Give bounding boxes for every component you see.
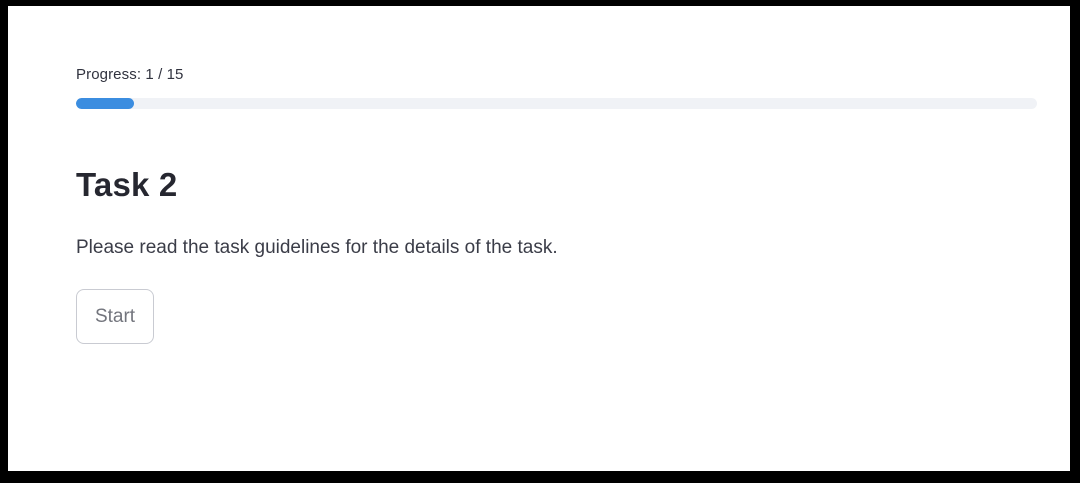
app-window: Progress: 1 / 15 Task 2 Please read the … xyxy=(8,6,1070,471)
page-title: Task 2 xyxy=(76,166,178,203)
progress-bar xyxy=(76,98,1037,109)
task-description: Please read the task guidelines for the … xyxy=(76,237,558,258)
progress-bar-fill xyxy=(76,98,134,109)
start-button[interactable]: Start xyxy=(76,289,154,344)
progress-label: Progress: 1 / 15 xyxy=(76,66,184,83)
